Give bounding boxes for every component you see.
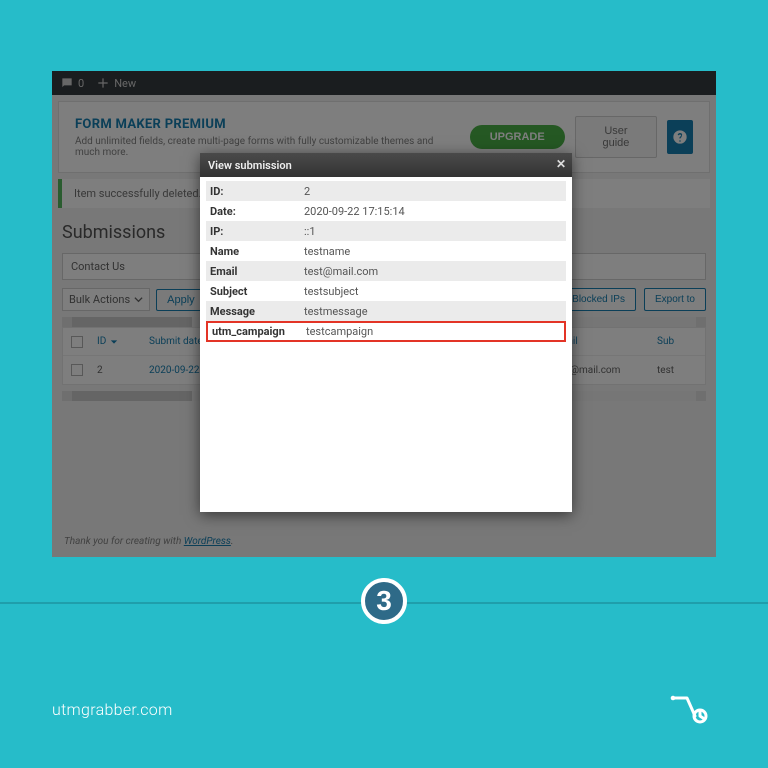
modal-header: View submission ✕ [200, 153, 572, 177]
app-frame: 0 New FORM MAKER PREMIUM Add unlimited f… [52, 71, 716, 557]
modal-row-value: 2 [300, 183, 566, 200]
modal-row-key: Date: [206, 203, 300, 220]
modal-close-button[interactable]: ✕ [556, 157, 566, 171]
brand-logo [669, 692, 713, 730]
modal-row-key: Email [206, 263, 300, 280]
modal-row: Subjecttestsubject [206, 281, 566, 301]
modal-row-value: testname [300, 243, 566, 260]
modal-row-key: Subject [206, 283, 300, 300]
modal-row: utm_campaigntestcampaign [206, 321, 566, 342]
modal-row: IP:::1 [206, 221, 566, 241]
modal-row: Date:2020-09-22 17:15:14 [206, 201, 566, 221]
modal-row: Emailtest@mail.com [206, 261, 566, 281]
modal-row-value: ::1 [300, 223, 566, 240]
view-submission-modal: View submission ✕ ID:2Date:2020-09-22 17… [200, 153, 572, 512]
modal-row-value: test@mail.com [300, 263, 566, 280]
modal-row: Messagetestmessage [206, 301, 566, 321]
modal-title: View submission [208, 159, 292, 172]
modal-row-key: ID: [206, 183, 300, 200]
step-badge: 3 [361, 578, 407, 624]
modal-row-value: testmessage [300, 303, 566, 320]
modal-row-value: testcampaign [302, 323, 564, 340]
site-url: utmgrabber.com [52, 700, 173, 719]
step-number: 3 [376, 585, 392, 617]
modal-row-key: IP: [206, 223, 300, 240]
modal-row: ID:2 [206, 181, 566, 201]
modal-row: Nametestname [206, 241, 566, 261]
modal-row-value: testsubject [300, 283, 566, 300]
modal-row-key: utm_campaign [208, 323, 302, 340]
modal-row-value: 2020-09-22 17:15:14 [300, 203, 566, 220]
modal-row-key: Name [206, 243, 300, 260]
modal-body: ID:2Date:2020-09-22 17:15:14IP:::1Namete… [200, 177, 572, 512]
modal-row-key: Message [206, 303, 300, 320]
